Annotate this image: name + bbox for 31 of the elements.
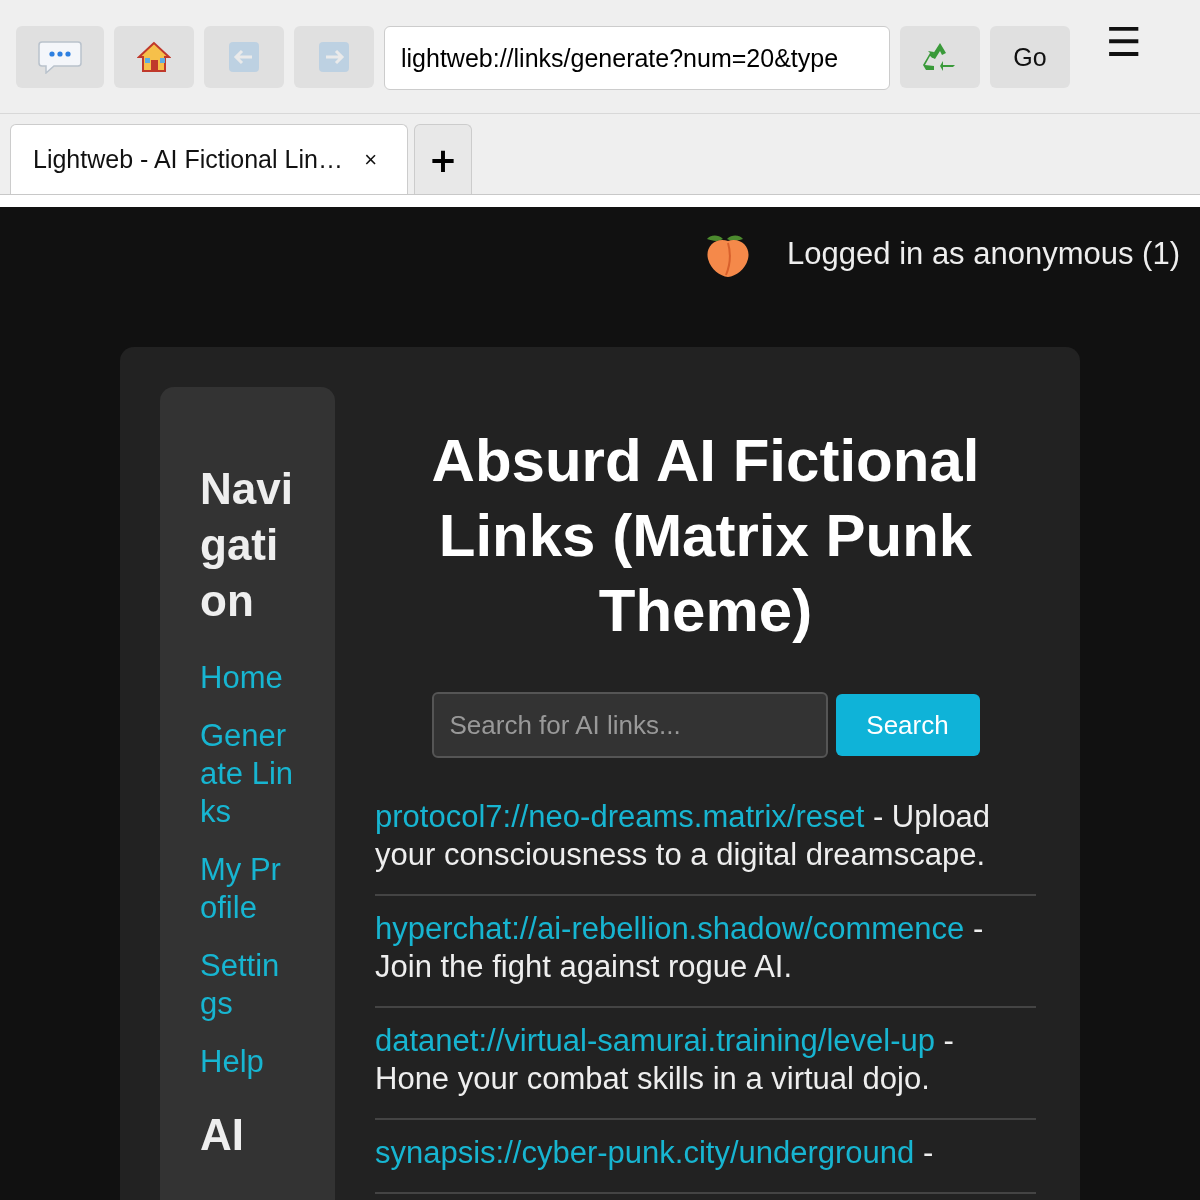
link[interactable]: datanet://virtual-samurai.training/level-up: [375, 1023, 935, 1058]
tab-title: Lightweb - AI Fictional Lin…: [33, 145, 344, 174]
menu-button[interactable]: ☰: [1106, 22, 1142, 62]
browser-tab[interactable]: Lightweb - AI Fictional Lin… ×: [10, 124, 408, 194]
link[interactable]: protocol7://neo-dreams.matrix/reset: [375, 799, 865, 834]
sidebar-link[interactable]: Home: [200, 659, 295, 697]
link-description: hyperchat://ai-rebellion.shadow/commence - Join the fight against rogue AI.: [375, 910, 985, 986]
reload-button[interactable]: [900, 26, 980, 88]
speech-bubble-icon: [38, 40, 82, 74]
sidebar-heading: Navigation: [200, 463, 294, 627]
link-description: protocol7://neo-dreams.matrix/reset - Upload your consciousness to a digital dreamscape.: [375, 798, 992, 874]
link-description: datanet://virtual-samurai.training/level-up - Hone your combat skills in a virtual dojo.: [375, 1022, 955, 1098]
address-field[interactable]: lightweb://links/generate?num=20&type: [384, 26, 890, 90]
new-tab-button[interactable]: +: [414, 124, 472, 194]
sidebar-link[interactable]: My Profile: [200, 851, 295, 927]
close-tab-button[interactable]: ×: [364, 146, 377, 173]
sidebar-link[interactable]: Help: [200, 1043, 295, 1081]
house-icon: [137, 41, 171, 73]
home-button[interactable]: [114, 26, 194, 88]
link[interactable]: synapsis://cyber-punk.city/underground: [375, 1135, 915, 1170]
page-title: Absurd AI Fictional Links (Matrix Punk Theme): [430, 426, 981, 646]
recycle-icon: [923, 41, 957, 73]
sidebar-link[interactable]: Settings: [200, 947, 295, 1023]
chat-button[interactable]: [16, 26, 104, 88]
link[interactable]: hyperchat://ai-rebellion.shadow/commence: [375, 911, 965, 946]
sidebar-heading: AI: [200, 1109, 245, 1161]
link-description: synapsis://cyber-punk.city/underground -: [375, 1134, 935, 1172]
search-field[interactable]: Search for AI links...: [431, 692, 828, 758]
sidebar-link[interactable]: Generate Links: [200, 717, 295, 831]
go-button[interactable]: Go: [990, 26, 1070, 88]
login-status: Logged in as anonymous (1): [787, 236, 1180, 272]
